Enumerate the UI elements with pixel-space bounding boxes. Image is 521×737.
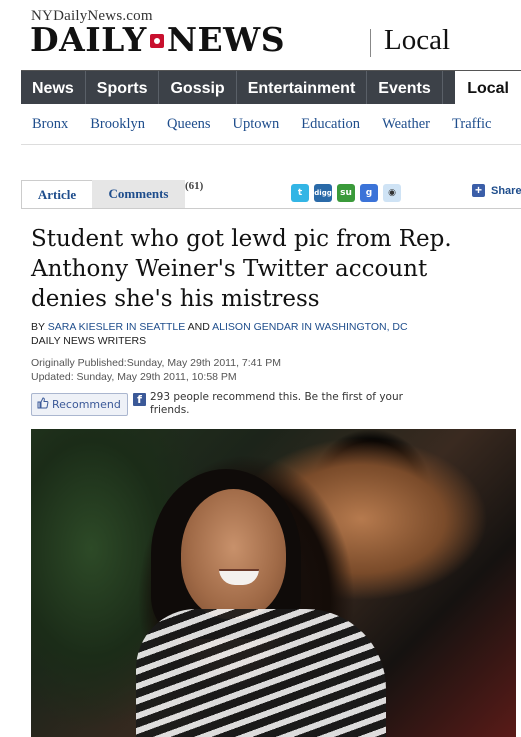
logo-text-news: NEWS xyxy=(166,20,286,59)
tab-divider xyxy=(21,208,521,209)
article-dates: Originally Published:Sunday, May 29th 20… xyxy=(31,356,281,384)
updated-date: Updated: Sunday, May 29th 2011, 10:58 PM xyxy=(31,371,237,383)
facebook-icon: f xyxy=(133,393,146,406)
social-icons: t digg su g ◉ xyxy=(291,184,401,202)
reddit-icon[interactable]: ◉ xyxy=(383,184,401,202)
stumbleupon-icon[interactable]: su xyxy=(337,184,355,202)
share-button[interactable]: + Share xyxy=(472,184,521,197)
sub-nav: Bronx Brooklyn Queens Uptown Education W… xyxy=(21,104,521,145)
tab-comments[interactable]: Comments xyxy=(92,180,185,208)
published-date: Originally Published:Sunday, May 29th 20… xyxy=(31,357,282,369)
section-divider xyxy=(370,29,371,57)
sub-nav-queens[interactable]: Queens xyxy=(156,116,222,133)
comments-count-badge: (61) xyxy=(185,180,204,192)
section-title: Local xyxy=(384,24,451,56)
byline: BY SARA KIESLER IN SEATTLE AND ALISON GE… xyxy=(31,320,408,348)
facebook-recommend-button[interactable]: Recommend xyxy=(31,393,128,416)
main-nav: News Sports Gossip Entertainment Events … xyxy=(21,70,521,105)
thumbs-up-icon xyxy=(37,397,49,412)
nav-item-sports[interactable]: Sports xyxy=(86,71,160,105)
tab-article[interactable]: Article xyxy=(21,180,93,209)
author-link-1[interactable]: SARA KIESLER IN SEATTLE xyxy=(48,321,186,333)
twitter-icon[interactable]: t xyxy=(291,184,309,202)
sub-nav-brooklyn[interactable]: Brooklyn xyxy=(79,116,156,133)
recommend-label: Recommend xyxy=(52,398,121,411)
sub-nav-traffic[interactable]: Traffic xyxy=(441,116,502,133)
article-photo[interactable] xyxy=(31,429,516,737)
share-label: Share xyxy=(491,184,521,197)
sub-nav-education[interactable]: Education xyxy=(290,116,371,133)
logo-text-daily: DAILY xyxy=(30,20,147,59)
byline-and: AND xyxy=(187,321,210,333)
nav-item-news[interactable]: News xyxy=(21,71,86,105)
nav-item-entertainment[interactable]: Entertainment xyxy=(237,71,368,105)
sub-nav-weather[interactable]: Weather xyxy=(371,116,441,133)
google-icon[interactable]: g xyxy=(360,184,378,202)
byline-prefix: BY xyxy=(31,321,45,333)
daily-news-logo[interactable]: DAILY NEWS xyxy=(30,20,285,60)
nav-item-gossip[interactable]: Gossip xyxy=(159,71,237,105)
sub-nav-bronx[interactable]: Bronx xyxy=(21,116,79,133)
byline-publication: DAILY NEWS WRITERS xyxy=(31,335,147,347)
share-plus-icon: + xyxy=(472,184,485,197)
recommend-count-text: 293 people recommend this. Be the first … xyxy=(150,391,403,416)
photo-subject-face xyxy=(181,489,286,619)
author-link-2[interactable]: ALISON GENDAR IN WASHINGTON, DC xyxy=(212,321,407,333)
logo-mark-icon xyxy=(149,34,164,48)
digg-icon[interactable]: digg xyxy=(314,184,332,202)
nav-item-events[interactable]: Events xyxy=(367,71,443,105)
photo-subject-sweater xyxy=(136,609,386,737)
nav-item-local[interactable]: Local xyxy=(455,71,521,105)
article-headline: Student who got lewd pic from Rep. Antho… xyxy=(31,226,452,312)
sub-nav-uptown[interactable]: Uptown xyxy=(222,116,291,133)
